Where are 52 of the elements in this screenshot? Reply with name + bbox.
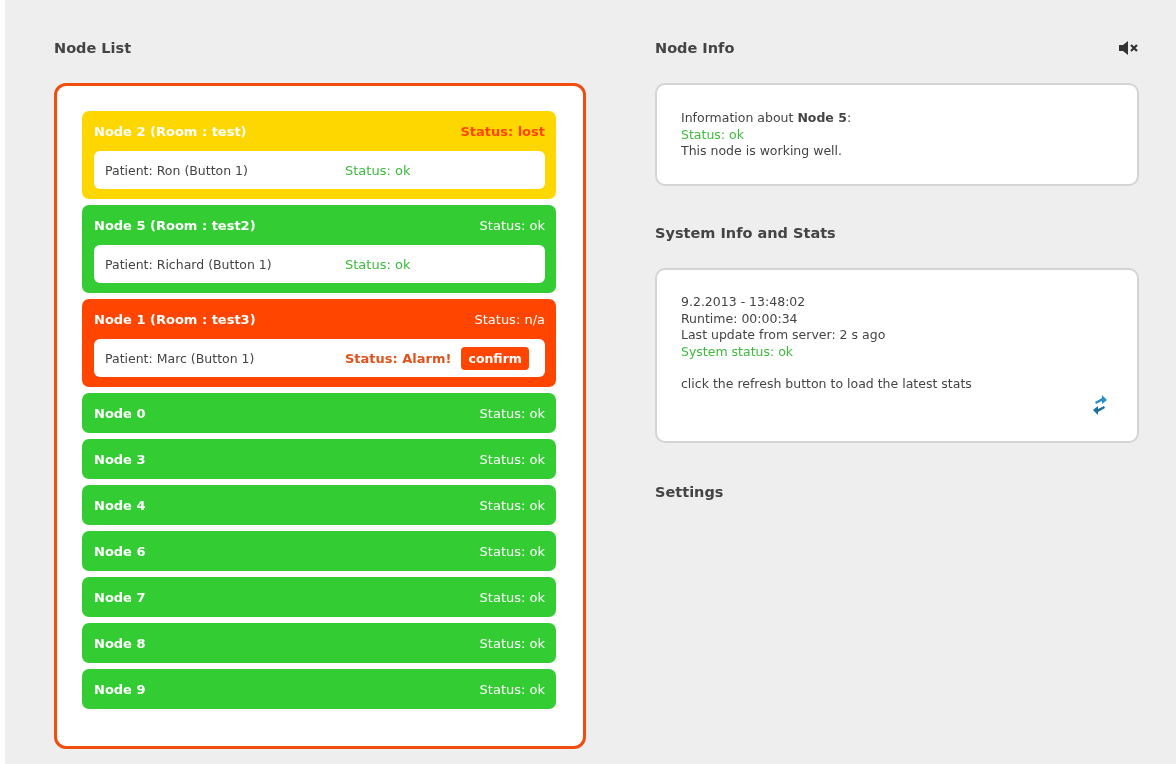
node-name: Node 2 (Room : test) xyxy=(94,123,247,139)
node-status: Status: ok xyxy=(479,589,545,605)
node-card[interactable]: Node 2 (Room : test) Status: lost Patient: Ron (Button 1) Status: ok xyxy=(82,111,556,199)
node-name: Node 1 (Room : test3) xyxy=(94,311,256,327)
node-card[interactable]: Node 3 Status: ok xyxy=(82,439,556,479)
node-name: Node 7 xyxy=(94,589,146,605)
node-status: Status: ok xyxy=(479,681,545,697)
node-card[interactable]: Node 6 Status: ok xyxy=(82,531,556,571)
speaker-muted-icon[interactable] xyxy=(1119,41,1139,55)
node-status: Status: ok xyxy=(479,543,545,559)
refresh-icon xyxy=(1093,395,1107,415)
node-name: Node 4 xyxy=(94,497,146,513)
patient-status: Status: Alarm! xyxy=(345,350,452,366)
refresh-button[interactable] xyxy=(1093,395,1107,415)
node-name: Node 3 xyxy=(94,451,146,467)
node-name: Node 0 xyxy=(94,405,146,421)
info-line: This node is working well. xyxy=(681,143,844,160)
node-card[interactable]: Node 8 Status: ok xyxy=(82,623,556,663)
info-line: System status: ok xyxy=(681,343,795,360)
node-status: Status: ok xyxy=(479,217,545,233)
info-line: Runtime: 00:00:34 xyxy=(681,310,799,327)
patient-status: Status: ok xyxy=(345,256,411,272)
node-card[interactable]: Node 5 (Room : test2) Status: ok Patient: Richard (Button 1) Status: ok xyxy=(82,205,556,293)
section-title: Node Info xyxy=(655,40,735,56)
info-line: click the refresh button to load the latest stats xyxy=(681,376,973,393)
node-card[interactable]: Node 4 Status: ok xyxy=(82,485,556,525)
node-status: Status: n/a xyxy=(474,311,545,327)
patient-name: Patient: Richard (Button 1) xyxy=(105,256,273,272)
patient-name: Patient: Ron (Button 1) xyxy=(105,162,249,178)
info-line: Information about Node 5: xyxy=(681,110,853,127)
section-title: Settings xyxy=(655,484,724,500)
patient-status: Status: ok xyxy=(345,162,411,178)
node-name: Node 9 xyxy=(94,681,146,697)
node-status: Status: ok xyxy=(479,635,545,651)
node-card[interactable]: Node 7 Status: ok xyxy=(82,577,556,617)
node-status: Status: ok xyxy=(479,497,545,513)
node-name: Node 6 xyxy=(94,543,146,559)
node-name: Node 5 (Room : test2) xyxy=(94,217,256,233)
section-title: Node List xyxy=(54,40,132,56)
node-name: Node 8 xyxy=(94,635,146,651)
info-line: 9.2.2013 - 13:48:02 xyxy=(681,294,807,311)
patient-name: Patient: Marc (Button 1) xyxy=(105,350,256,366)
node-card[interactable]: Node 0 Status: ok xyxy=(82,393,556,433)
node-status: Status: ok xyxy=(479,451,545,467)
section-title: System Info and Stats xyxy=(655,225,836,241)
node-status: Status: ok xyxy=(479,405,545,421)
confirm-button[interactable]: confirm xyxy=(461,346,529,370)
info-line: Last update from server: 2 s ago xyxy=(681,327,887,344)
node-card[interactable]: Node 9 Status: ok xyxy=(82,669,556,709)
node-status: Status: lost xyxy=(460,123,545,139)
node-card[interactable]: Node 1 (Room : test3) Status: n/a Patient: Marc (Button 1) Status: Alarm! confirm xyxy=(82,299,556,387)
info-line: Status: ok xyxy=(681,126,745,143)
